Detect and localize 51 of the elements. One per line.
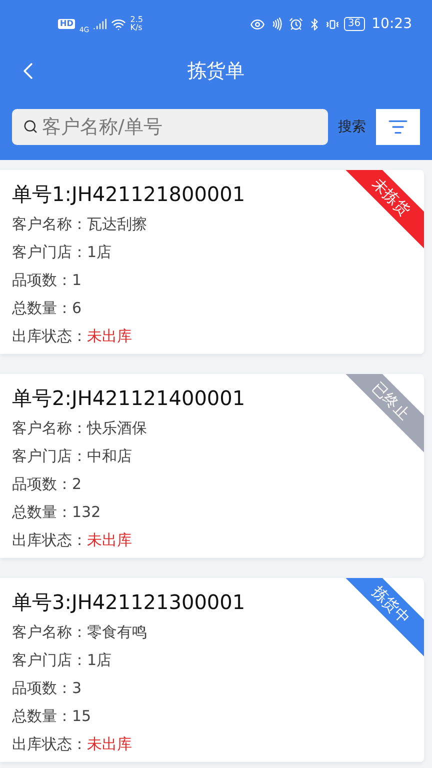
vibrate-icon xyxy=(326,18,339,30)
search-field[interactable]: 客户名称/单号 xyxy=(12,109,328,145)
field-value: 1店 xyxy=(87,242,112,263)
order-card[interactable]: 已终止 单号2:JH421121400001 客户名称：快乐酒保 客户门店：中和店 品项数：2 总数量：132 出库状态：未出库 xyxy=(0,374,424,558)
order-number: 单号1:JH421121800001 xyxy=(12,181,246,208)
field-value: 1 xyxy=(72,270,82,291)
field-label: 品项数： xyxy=(12,678,72,699)
field-label: 客户门店： xyxy=(12,650,87,671)
field-label: 出库状态： xyxy=(12,734,87,755)
speed-value: 2.5 xyxy=(130,16,143,24)
field-value: 15 xyxy=(72,706,92,727)
signal-icon xyxy=(93,17,108,31)
field-value: 未出库 xyxy=(87,530,132,551)
field-label: 出库状态： xyxy=(12,326,87,347)
field-value: 6 xyxy=(72,298,82,319)
eye-icon xyxy=(250,16,265,32)
page-title: 拣货单 xyxy=(188,58,244,84)
field-value: 瓦达刮擦 xyxy=(87,214,147,235)
order-card[interactable]: 拣货中 单号3:JH421121300001 客户名称：零食有鸣 客户门店：1店 品项数：3 总数量：15 出库状态：未出库 xyxy=(0,578,424,762)
search-icon xyxy=(23,119,38,134)
field-label: 出库状态： xyxy=(12,530,87,551)
search-button[interactable]: 搜索 xyxy=(338,116,366,138)
alarm-icon xyxy=(288,17,303,31)
field-value: 132 xyxy=(72,502,101,523)
hd-indicator: HD xyxy=(58,19,76,29)
order-number: 单号2:JH421121400001 xyxy=(12,385,246,412)
field-label: 客户门店： xyxy=(12,242,87,263)
field-value: 零食有鸣 xyxy=(87,622,147,643)
field-label: 客户门店： xyxy=(12,446,87,467)
filter-button[interactable] xyxy=(376,109,420,145)
field-label: 客户名称： xyxy=(12,622,87,643)
field-value: 1店 xyxy=(87,650,112,671)
field-value: 2 xyxy=(72,474,82,495)
order-card[interactable]: 未拣货 单号1:JH421121800001 客户名称：瓦达刮擦 客户门店：1店 品项数：1 总数量：6 出库状态：未出库 xyxy=(0,170,424,354)
order-number: 单号3:JH421121300001 xyxy=(12,589,246,616)
field-label: 品项数： xyxy=(12,270,72,291)
field-value: 中和店 xyxy=(87,446,132,467)
field-label: 品项数： xyxy=(12,474,72,495)
wifi-icon xyxy=(111,16,126,32)
field-label: 客户名称： xyxy=(12,214,87,235)
battery-indicator: 36 xyxy=(344,17,365,31)
clock-time: 10:23 xyxy=(372,14,412,34)
speed-unit: K/s xyxy=(130,24,143,32)
field-label: 总数量： xyxy=(12,298,72,319)
field-label: 总数量： xyxy=(12,502,72,523)
field-value: 未出库 xyxy=(87,326,132,347)
field-value: 快乐酒保 xyxy=(87,418,147,439)
field-value: 3 xyxy=(72,678,82,699)
field-label: 客户名称： xyxy=(12,418,87,439)
field-label: 总数量： xyxy=(12,706,72,727)
field-value: 未出库 xyxy=(87,734,132,755)
